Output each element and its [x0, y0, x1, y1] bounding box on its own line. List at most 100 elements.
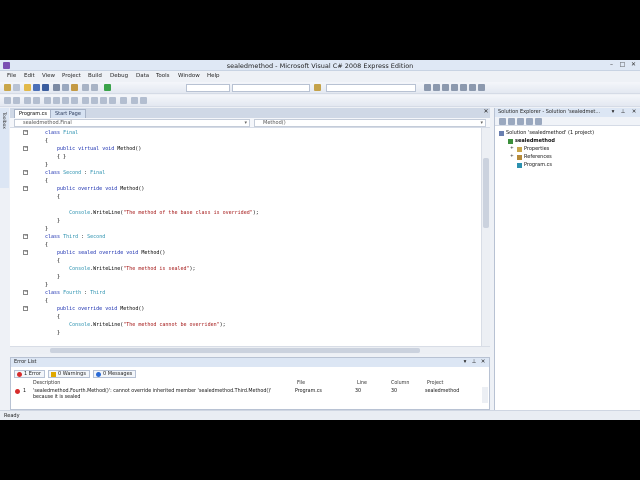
menu-debug[interactable]: Debug	[110, 73, 128, 79]
close-window-button[interactable]: ✕	[628, 61, 639, 69]
solution-tree-item[interactable]: Solution 'sealedmethod' (1 project)	[506, 130, 594, 136]
format-icon[interactable]	[120, 97, 127, 104]
scroll-thumb[interactable]	[483, 158, 489, 228]
redo-icon[interactable]	[91, 84, 98, 91]
find-icon[interactable]	[314, 84, 321, 91]
code-line[interactable]: }	[45, 217, 60, 225]
code-line[interactable]: {	[45, 297, 48, 305]
menu-tools[interactable]: Tools	[156, 73, 170, 79]
collapse-outline-icon[interactable]: −	[23, 290, 28, 295]
pin-icon[interactable]: ⊥	[470, 358, 478, 367]
code-line[interactable]: {	[45, 241, 48, 249]
solution-tree-item[interactable]: sealedmethod	[515, 138, 555, 144]
errors-filter-button[interactable]: 1 Error	[14, 370, 45, 378]
code-line[interactable]: class Second : Final	[45, 169, 105, 177]
code-line[interactable]: {	[45, 313, 60, 321]
start-page-icon[interactable]	[460, 84, 467, 91]
menu-window[interactable]: Window	[178, 73, 200, 79]
menu-data[interactable]: Data	[136, 73, 149, 79]
menu-view[interactable]: View	[42, 73, 55, 79]
close-editor-tab-button[interactable]: ✕	[482, 108, 490, 118]
error-list-icon[interactable]	[469, 84, 476, 91]
code-line[interactable]: public sealed override void Method()	[45, 249, 165, 257]
code-line[interactable]: {	[45, 257, 60, 265]
start-debugging-icon[interactable]	[104, 84, 111, 91]
column-project[interactable]: Project	[427, 381, 443, 386]
save-icon[interactable]	[33, 84, 40, 91]
dropdown-arrow-icon[interactable]: ▾	[461, 358, 469, 367]
code-line[interactable]: public override void Method()	[45, 185, 144, 193]
tab-program-cs[interactable]: Program.cs	[14, 109, 53, 118]
add-item-icon[interactable]	[13, 84, 20, 91]
complete-word-icon[interactable]	[109, 97, 116, 104]
member-dropdown[interactable]: Method() ▾	[254, 119, 486, 127]
error-description-continued[interactable]: because it is sealed	[33, 395, 80, 400]
quick-info-icon[interactable]	[100, 97, 107, 104]
type-dropdown[interactable]: sealedmethod.Final ▾	[14, 119, 250, 127]
collapse-outline-icon[interactable]: −	[23, 186, 28, 191]
menu-help[interactable]: Help	[207, 73, 220, 79]
scroll-thumb[interactable]	[50, 348, 420, 353]
solution-tree-item[interactable]: References	[524, 154, 552, 160]
close-icon[interactable]: ✕	[479, 358, 487, 367]
code-line[interactable]: }	[45, 161, 48, 169]
object-browser-icon[interactable]	[442, 84, 449, 91]
toolbox-strip[interactable]: Toolbox	[0, 108, 9, 188]
code-line[interactable]: }	[45, 225, 48, 233]
column-column[interactable]: Column	[391, 381, 409, 386]
code-line[interactable]: {	[45, 137, 48, 145]
code-line[interactable]: public override void Method()	[45, 305, 144, 313]
view-code-icon[interactable]	[526, 118, 533, 125]
refresh-icon[interactable]	[517, 118, 524, 125]
dropdown-arrow-icon[interactable]: ▾	[609, 108, 617, 117]
expand-icon[interactable]: +	[510, 154, 514, 159]
options-icon[interactable]	[478, 84, 485, 91]
configuration-combo[interactable]	[186, 84, 230, 92]
code-line[interactable]: }	[45, 281, 48, 289]
code-line[interactable]: Console.WriteLine("The method cannot be …	[45, 321, 226, 329]
find-combo[interactable]	[232, 84, 310, 92]
menu-edit[interactable]: Edit	[24, 73, 35, 79]
save-all-icon[interactable]	[42, 84, 49, 91]
search-combo[interactable]	[326, 84, 416, 92]
outdent-icon[interactable]	[4, 97, 11, 104]
bookmark-icon[interactable]	[44, 97, 51, 104]
menu-file[interactable]: File	[7, 73, 16, 79]
close-icon[interactable]: ✕	[630, 108, 638, 117]
code-line[interactable]: }	[45, 273, 60, 281]
view-designer-icon[interactable]	[535, 118, 542, 125]
column-description[interactable]: Description	[33, 381, 60, 386]
cut-icon[interactable]	[53, 84, 60, 91]
code-editor[interactable]: class Final − { public virtual void Method…	[10, 128, 481, 346]
comment-icon[interactable]	[24, 97, 31, 104]
show-all-files-icon[interactable]	[508, 118, 515, 125]
new-project-icon[interactable]	[4, 84, 11, 91]
uncomment-icon[interactable]	[33, 97, 40, 104]
error-list-scrollbar[interactable]	[482, 387, 488, 403]
paste-icon[interactable]	[71, 84, 78, 91]
copy-icon[interactable]	[62, 84, 69, 91]
prev-bookmark-icon[interactable]	[53, 97, 60, 104]
code-line[interactable]: class Fourth : Third	[45, 289, 105, 297]
open-file-icon[interactable]	[24, 84, 31, 91]
code-line[interactable]: Console.WriteLine("The method of the bas…	[45, 209, 259, 217]
properties-icon[interactable]	[499, 118, 506, 125]
pin-icon[interactable]: ⊥	[619, 108, 627, 117]
code-line[interactable]: class Final	[45, 129, 78, 137]
collapse-outline-icon[interactable]: −	[23, 306, 28, 311]
code-line[interactable]: public virtual void Method()	[45, 145, 141, 153]
maximize-button[interactable]: □	[617, 61, 628, 69]
minimize-button[interactable]: –	[606, 61, 617, 69]
warnings-filter-button[interactable]: 0 Warnings	[48, 370, 90, 378]
clear-bookmarks-icon[interactable]	[71, 97, 78, 104]
navigate-forward-icon[interactable]	[140, 97, 147, 104]
parameter-info-icon[interactable]	[91, 97, 98, 104]
error-description[interactable]: 'sealedmethod.Fourth.Method()': cannot o…	[33, 389, 271, 394]
editor-vertical-scrollbar[interactable]	[481, 128, 490, 346]
solution-explorer-icon[interactable]	[424, 84, 431, 91]
code-line[interactable]: class Third : Second	[45, 233, 105, 241]
messages-filter-button[interactable]: 0 Messages	[93, 370, 137, 378]
collapse-outline-icon[interactable]: −	[23, 170, 28, 175]
editor-horizontal-scrollbar[interactable]	[10, 346, 490, 354]
indent-icon[interactable]	[13, 97, 20, 104]
